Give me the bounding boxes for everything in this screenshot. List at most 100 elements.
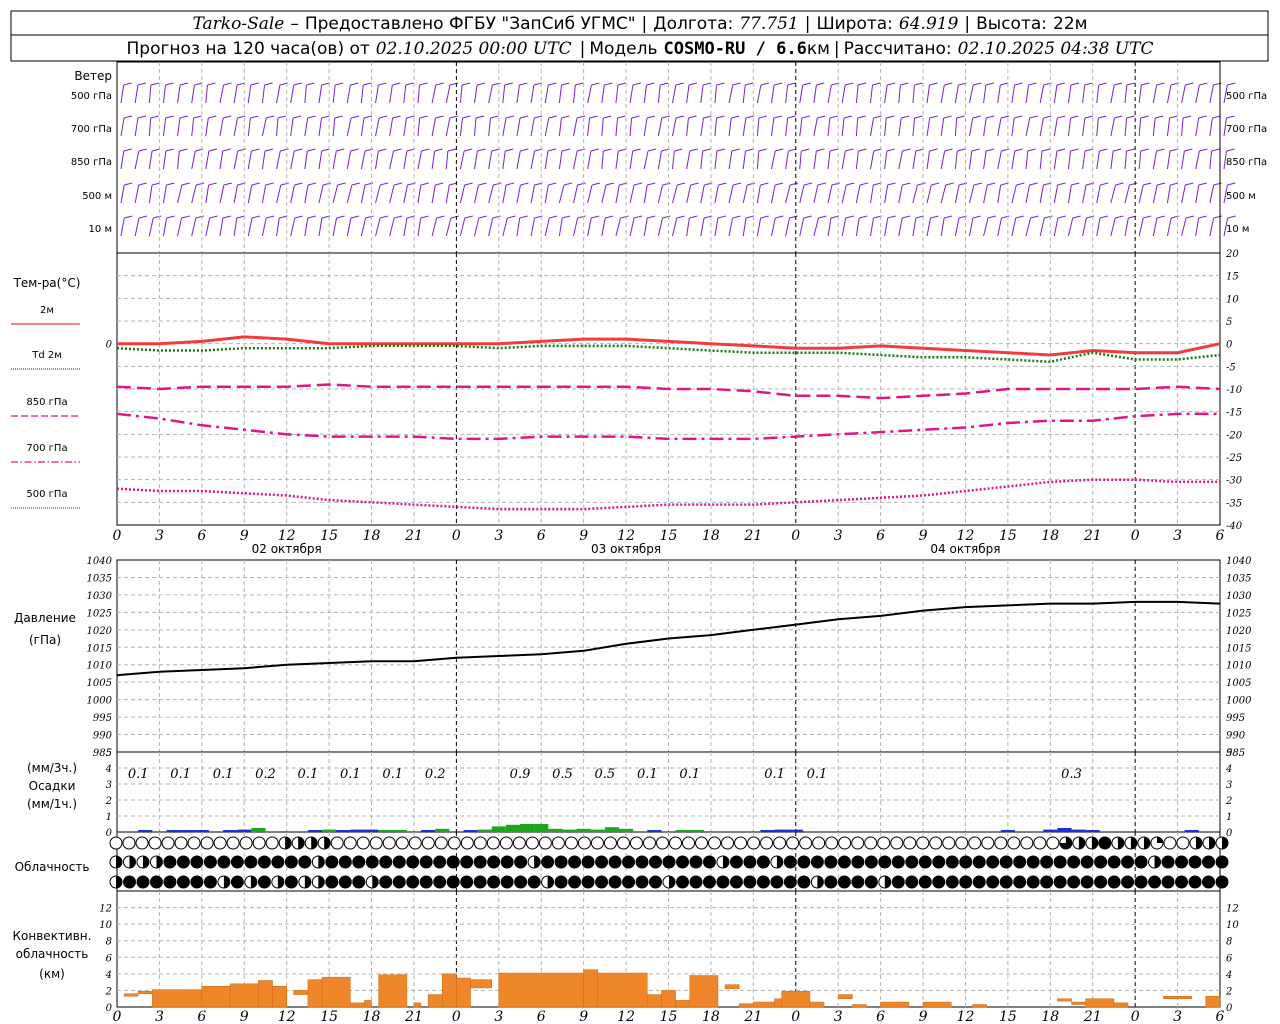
- wind-barb-feather: [632, 82, 642, 86]
- wind-barb-staff: [1067, 117, 1072, 137]
- wind-barb-feather: [1226, 148, 1235, 152]
- cloud-cover-symbol: [487, 875, 501, 889]
- wind-level-label-right: 10 м: [1226, 224, 1249, 235]
- cloud-cover-symbol: [176, 875, 190, 889]
- wind-barb-staff: [968, 84, 974, 104]
- cloud-cover-symbol: [1215, 875, 1229, 889]
- wind-barb-staff: [1181, 184, 1186, 204]
- wind-barb-staff: [657, 217, 664, 237]
- wind-barb-feather: [818, 215, 827, 219]
- wind-barb-feather: [548, 82, 557, 86]
- wind-barb-staff: [1039, 184, 1044, 204]
- wind-barb-staff: [1067, 184, 1072, 204]
- cloud-cover-symbol: [743, 855, 757, 869]
- wind-barb-feather: [307, 182, 317, 186]
- wind-barb-staff: [332, 217, 338, 237]
- wind-barb-staff: [516, 217, 521, 237]
- wind-barb-staff: [855, 150, 859, 170]
- x-tick-label: 15: [320, 528, 338, 544]
- x-tick-label: 6: [1216, 528, 1225, 544]
- wind-barb-feather: [1226, 115, 1235, 119]
- cloud-cover-symbol: [799, 836, 813, 850]
- wind-barb-staff: [686, 84, 690, 104]
- wind-barb-staff: [1082, 84, 1086, 104]
- wind-barb-feather: [1113, 148, 1122, 152]
- wind-barb-staff: [360, 217, 367, 237]
- wind-barb-staff: [1039, 84, 1045, 104]
- precip-bar: [421, 830, 436, 832]
- precip-bar: [689, 830, 704, 832]
- cloud-cover-symbol: [1188, 855, 1202, 869]
- precip-bar: [166, 830, 181, 832]
- wind-level-label-right: 850 гПа: [1226, 157, 1267, 168]
- wind-barb-staff: [233, 150, 239, 170]
- pressure-title: Давление: [14, 611, 76, 625]
- cloud-cover-symbol: [932, 855, 946, 869]
- cloud-cover-symbol: [1134, 875, 1148, 889]
- conv-bar: [661, 990, 676, 1008]
- cloud-cover-symbol: [525, 836, 539, 850]
- wind-barb-staff: [926, 184, 932, 204]
- wind-barb-feather: [1056, 148, 1066, 152]
- wind-barb-staff: [219, 84, 225, 104]
- wind-barb-staff: [1110, 117, 1115, 137]
- x-tick-label: 3: [834, 528, 843, 544]
- wind-barb-feather: [194, 82, 203, 86]
- x-tick-label: 12: [278, 1009, 296, 1024]
- wind-barb-staff: [615, 184, 620, 204]
- x-tick-label: 9: [919, 1009, 928, 1024]
- wind-barb-staff: [770, 184, 776, 204]
- cloud-cover-symbol: [213, 836, 227, 850]
- wind-barb-feather: [577, 215, 586, 219]
- cloud-cover-symbol: [981, 836, 995, 850]
- cloud-cover-symbol: [864, 855, 878, 869]
- conv-bar: [413, 1002, 422, 1008]
- wind-barb-staff: [1209, 84, 1214, 104]
- conv-bar: [307, 979, 323, 1008]
- wind-barb-staff: [389, 84, 393, 104]
- wind-barb-staff: [177, 184, 183, 204]
- wind-barb-staff: [869, 217, 875, 237]
- wind-barb-feather: [223, 115, 232, 119]
- wind-barb-staff: [290, 117, 294, 137]
- wind-barb-feather: [857, 115, 866, 119]
- cloud-cover-symbol: [311, 875, 325, 889]
- wind-barb-feather: [123, 82, 132, 86]
- wind-barb-feather: [419, 82, 428, 86]
- wind-barb-feather: [1029, 182, 1038, 186]
- wind-barb-feather: [519, 215, 528, 219]
- cloud-cover-symbol: [825, 836, 839, 850]
- calc-label: Рассчитано:: [844, 39, 952, 59]
- wind-barb-feather: [406, 115, 415, 119]
- wind-barb-staff: [558, 150, 563, 170]
- cloud-cover-symbol: [356, 836, 370, 850]
- cloud-cover-symbol: [311, 855, 325, 869]
- precip-y-tick-left: 5: [106, 748, 112, 759]
- wind-barb-staff: [162, 217, 168, 237]
- wind-barb-feather: [917, 182, 926, 186]
- wind-barb-feather: [1157, 182, 1166, 186]
- wind-barb-staff: [926, 150, 930, 170]
- temp-y-tick-right: 15: [1226, 272, 1239, 283]
- cloud-cover-symbol: [783, 875, 797, 889]
- wind-barb-staff: [756, 117, 760, 137]
- wind-barb-staff: [869, 117, 874, 137]
- wind-barb-staff: [629, 184, 635, 204]
- wind-barb-feather: [677, 182, 686, 186]
- conv-bar: [137, 991, 153, 994]
- wind-barb-staff: [332, 150, 337, 170]
- cloud-cover-symbol: [702, 855, 716, 869]
- pressure-y-tick-right: 1030: [1226, 591, 1252, 602]
- wind-barb-feather: [1114, 82, 1123, 86]
- precip-bar: [548, 828, 563, 832]
- wind-barb-feather: [873, 115, 882, 119]
- wind-barb-staff: [389, 117, 394, 137]
- cloud-cover-symbol: [797, 855, 811, 869]
- wind-level-label-left: 700 гПа: [71, 124, 112, 135]
- wind-barb-staff: [799, 184, 805, 204]
- wind-barb-staff: [1053, 117, 1058, 137]
- wind-barb-feather: [1143, 215, 1152, 219]
- x-tick-label: 21: [404, 528, 423, 544]
- wind-barb-staff: [191, 150, 196, 170]
- cloud-cover-symbol: [689, 875, 703, 889]
